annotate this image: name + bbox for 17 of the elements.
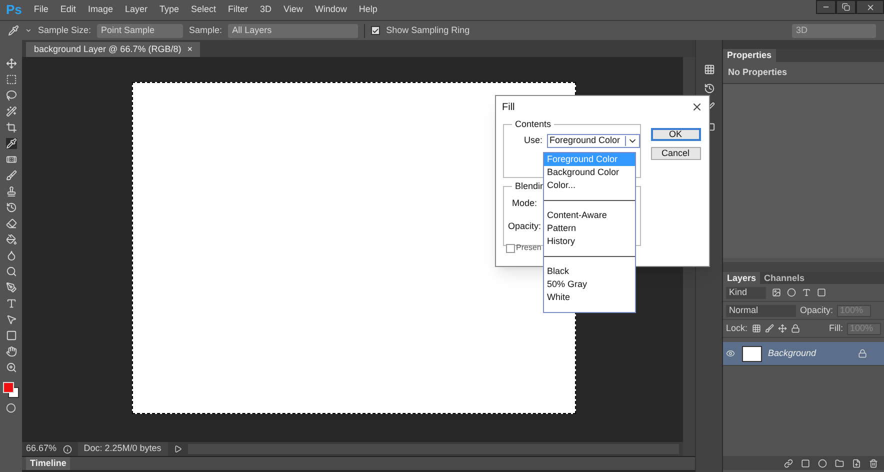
zoom-level: 66.67% [26, 442, 57, 456]
app-logo: Ps [5, 1, 23, 20]
document-title: background Layer @ 66.7% (RGB/8) [34, 42, 182, 56]
properties-message: No Properties [728, 66, 788, 79]
document-info: Doc: 2.25M/0 bytes [78, 442, 168, 456]
dialog-title: Fill [502, 100, 515, 114]
opacity-label: Opacity: [800, 304, 834, 317]
sample-label: Sample: [189, 24, 222, 37]
mode-label: Mode: [512, 197, 538, 210]
sample-size-label: Sample Size: [38, 24, 92, 37]
use-label: Use: [524, 134, 543, 148]
sampling-ring-label: Show Sampling Ring [386, 24, 470, 37]
preserve-label: Presen [516, 242, 542, 254]
fill-label: Fill: [829, 322, 843, 335]
opacity-label: Opacity: [508, 220, 542, 233]
layer-name: Background [768, 346, 816, 360]
lock-label: Lock: [726, 322, 748, 335]
